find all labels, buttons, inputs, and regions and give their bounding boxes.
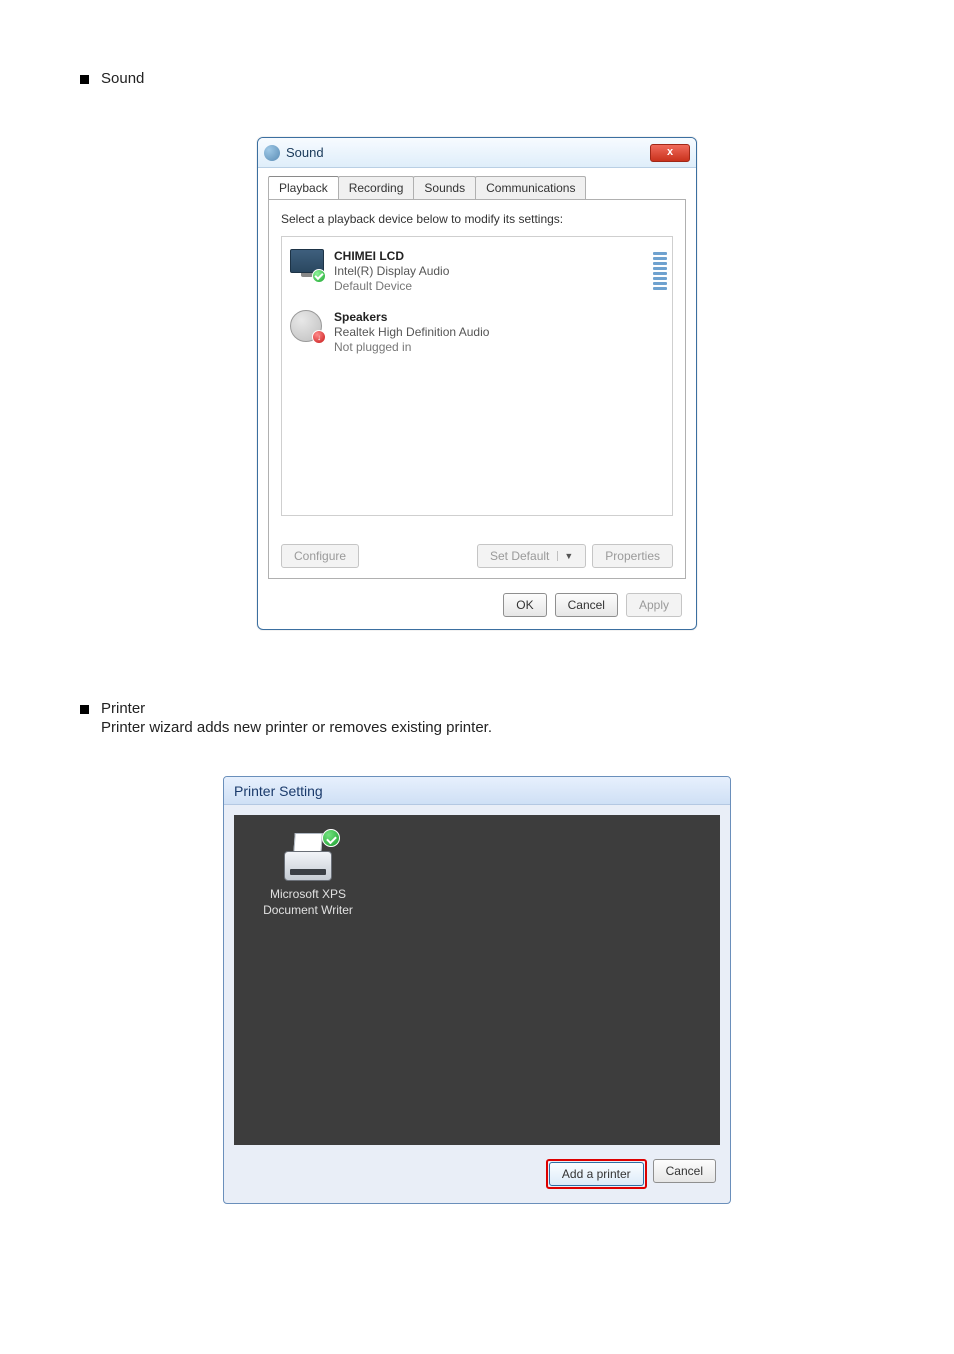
printer-bullet-desc: Printer wizard adds new printer or remov… — [101, 719, 492, 736]
tab-description: Select a playback device below to modify… — [281, 212, 673, 226]
printer-item-xps[interactable]: Microsoft XPS Document Writer — [248, 833, 368, 918]
set-default-label: Set Default — [490, 549, 549, 563]
sound-dialog: Sound x Playback Recording Sounds Commun… — [257, 137, 697, 630]
tab-playback[interactable]: Playback — [268, 176, 339, 199]
printer-label-line1: Microsoft XPS — [248, 887, 368, 903]
printer-list-area: Microsoft XPS Document Writer — [234, 815, 720, 1145]
printer-dialog-footer: Add a printer Cancel — [224, 1155, 730, 1203]
close-button[interactable]: x — [650, 144, 690, 162]
printer-label-line2: Document Writer — [248, 903, 368, 919]
device-item-chimei[interactable]: CHIMEI LCD Intel(R) Display Audio Defaul… — [288, 245, 666, 298]
ok-button[interactable]: OK — [503, 593, 546, 617]
apply-button[interactable]: Apply — [626, 593, 682, 617]
tab-recording[interactable]: Recording — [338, 176, 415, 199]
configure-button[interactable]: Configure — [281, 544, 359, 568]
printer-bullet-row: Printer Printer wizard adds new printer … — [80, 700, 874, 736]
printer-icon — [280, 833, 336, 881]
sound-bullet-label: Sound — [101, 70, 144, 87]
cancel-button[interactable]: Cancel — [555, 593, 618, 617]
properties-button[interactable]: Properties — [592, 544, 673, 568]
sound-bullet-row: Sound — [80, 70, 874, 87]
printer-titlebar: Printer Setting — [224, 777, 730, 805]
close-icon: x — [667, 147, 673, 158]
add-printer-highlight: Add a printer — [546, 1159, 647, 1189]
device-subtitle: Realtek High Definition Audio — [334, 325, 489, 340]
device-name: Speakers — [334, 310, 489, 325]
sound-title: Sound — [286, 145, 650, 160]
default-check-icon — [322, 829, 340, 847]
monitor-icon — [290, 249, 324, 281]
default-check-icon — [312, 269, 326, 283]
speaker-icon — [290, 310, 324, 342]
tab-sounds[interactable]: Sounds — [413, 176, 476, 199]
level-meter-icon — [653, 248, 667, 290]
bullet-square — [80, 75, 89, 84]
sound-icon — [264, 145, 280, 161]
add-printer-button[interactable]: Add a printer — [549, 1162, 644, 1186]
printer-cancel-button[interactable]: Cancel — [653, 1159, 716, 1183]
printer-title: Printer Setting — [234, 783, 323, 799]
printer-setting-dialog: Printer Setting Microsoft XPS Document W… — [223, 776, 731, 1204]
printer-bullet-label: Printer — [101, 700, 492, 717]
device-status: Not plugged in — [334, 340, 489, 355]
tab-strip: Playback Recording Sounds Communications — [258, 168, 696, 199]
set-default-button[interactable]: Set Default ▼ — [477, 544, 586, 568]
tab-body: Select a playback device below to modify… — [268, 199, 686, 579]
device-button-row: Configure Set Default ▼ Properties — [281, 544, 673, 568]
device-status: Default Device — [334, 279, 449, 294]
tab-communications[interactable]: Communications — [475, 176, 586, 199]
device-subtitle: Intel(R) Display Audio — [334, 264, 449, 279]
chevron-down-icon: ▼ — [557, 551, 573, 561]
bullet-square — [80, 705, 89, 714]
sound-titlebar: Sound x — [258, 138, 696, 168]
device-list: CHIMEI LCD Intel(R) Display Audio Defaul… — [281, 236, 673, 516]
device-name: CHIMEI LCD — [334, 249, 449, 264]
device-item-speakers[interactable]: Speakers Realtek High Definition Audio N… — [288, 306, 666, 359]
sound-dialog-footer: OK Cancel Apply — [258, 587, 696, 629]
unplugged-icon — [312, 330, 326, 344]
